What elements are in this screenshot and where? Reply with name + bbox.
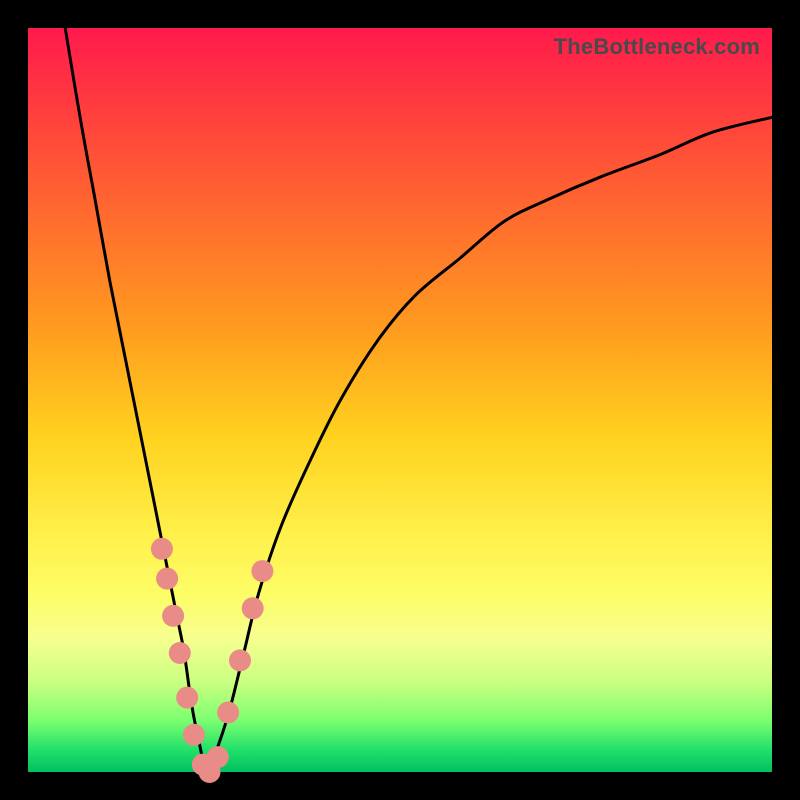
curve-marker xyxy=(162,605,184,627)
curve-marker xyxy=(156,568,178,590)
plot-area: TheBottleneck.com xyxy=(28,28,772,772)
curve-marker xyxy=(176,687,198,709)
curve-marker xyxy=(183,724,205,746)
curve-marker xyxy=(151,538,173,560)
chart-frame: TheBottleneck.com xyxy=(0,0,800,800)
curve-marker xyxy=(169,642,191,664)
curve-layer xyxy=(28,28,772,772)
curve-marker xyxy=(229,649,251,671)
curve-markers xyxy=(151,538,274,783)
curve-marker xyxy=(242,597,264,619)
bottleneck-curve xyxy=(65,28,772,772)
curve-marker xyxy=(251,560,273,582)
curve-marker xyxy=(207,746,229,768)
curve-marker xyxy=(217,702,239,724)
